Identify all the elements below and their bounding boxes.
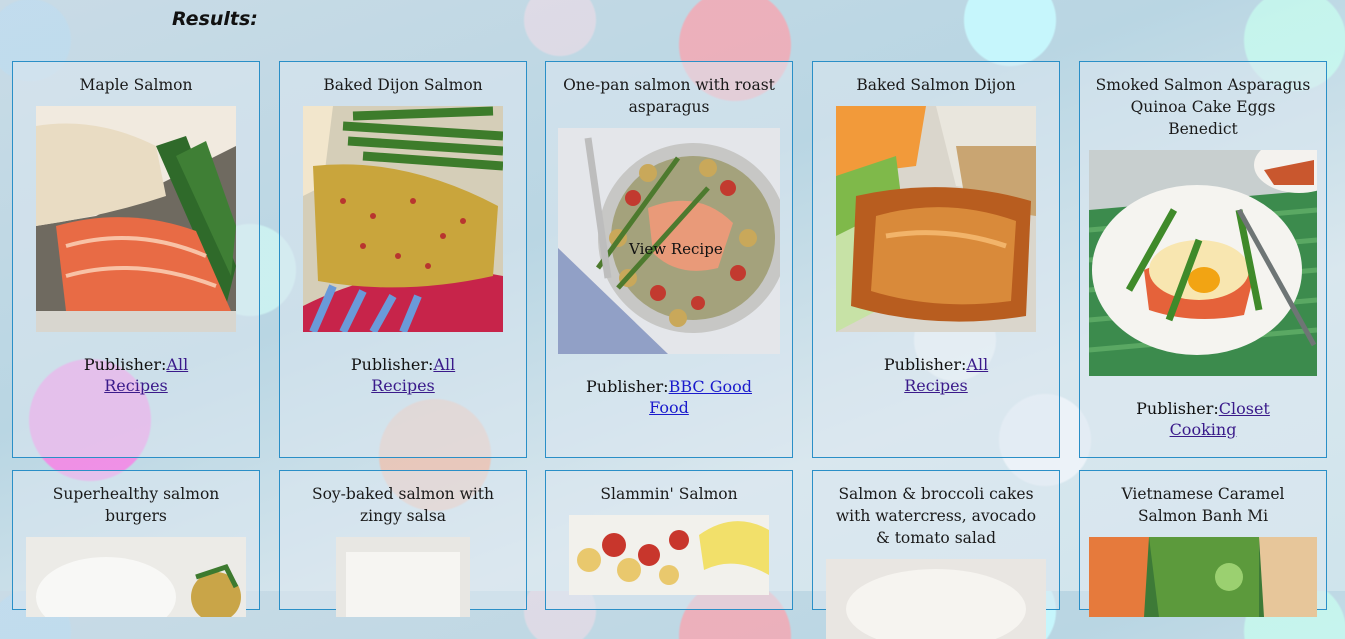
recipe-image[interactable] (569, 515, 769, 595)
recipe-title: Superhealthy salmon burgers (52, 485, 220, 525)
publisher-line: Publisher:All Recipes (320, 354, 486, 396)
recipe-card-smoked-salmon-benedict[interactable]: Smoked Salmon Asparagus Quinoa Cake Eggs… (1079, 61, 1327, 458)
recipe-card-soy-baked-salmon[interactable]: Soy-baked salmon with zingy salsa (279, 470, 527, 617)
publisher-line: Publisher:Closet Cooking (1120, 398, 1286, 440)
recipe-card-maple-salmon[interactable]: Maple Salmon Publisher:All Recipes (12, 61, 260, 458)
recipe-title: Baked Dijon Salmon (323, 76, 483, 94)
recipe-title: Salmon & broccoli cakes with watercress,… (835, 485, 1037, 547)
recipe-title: Baked Salmon Dijon (856, 76, 1016, 94)
recipe-card-salmon-broccoli-cakes[interactable]: Salmon & broccoli cakes with watercress,… (812, 470, 1060, 639)
recipe-image[interactable] (336, 537, 470, 617)
recipe-image[interactable] (303, 106, 503, 332)
recipe-image[interactable] (26, 537, 246, 617)
recipe-card-superhealthy-burgers[interactable]: Superhealthy salmon burgers (12, 470, 260, 617)
recipe-title: Soy-baked salmon with zingy salsa (311, 485, 495, 525)
publisher-line: Publisher:All Recipes (853, 354, 1019, 396)
recipe-image[interactable] (826, 559, 1046, 639)
publisher-label: Publisher: (883, 355, 967, 374)
recipe-card-vietnamese-banh-mi[interactable]: Vietnamese Caramel Salmon Banh Mi (1079, 470, 1327, 617)
recipe-card-baked-salmon-dijon[interactable]: Baked Salmon Dijon Publisher:All Recipes (812, 61, 1060, 458)
recipe-image[interactable] (1089, 150, 1317, 376)
recipe-title: Maple Salmon (79, 76, 193, 94)
recipe-card-slammin-salmon[interactable]: Slammin' Salmon (545, 470, 793, 610)
publisher-label: Publisher: (83, 355, 167, 374)
recipe-card-baked-dijon-salmon[interactable]: Baked Dijon Salmon Publisher:All Recipes (279, 61, 527, 458)
publisher-line: Publisher:BBC Good Food (586, 376, 752, 418)
recipe-image[interactable] (36, 106, 236, 332)
view-recipe-overlay[interactable]: View Recipe (629, 240, 723, 258)
publisher-line: Publisher:All Recipes (53, 354, 219, 396)
recipe-title: Vietnamese Caramel Salmon Banh Mi (1121, 485, 1285, 525)
recipe-title: Smoked Salmon Asparagus Quinoa Cake Eggs… (1095, 76, 1311, 138)
recipe-card-one-pan-salmon[interactable]: One-pan salmon with roast asparagus View… (545, 61, 793, 458)
recipe-image[interactable] (1089, 537, 1317, 617)
publisher-label: Publisher: (350, 355, 434, 374)
results-heading: Results: (172, 8, 258, 30)
recipe-image[interactable] (836, 106, 1036, 332)
publisher-label: Publisher: (1136, 399, 1219, 418)
recipe-title: Slammin' Salmon (600, 485, 738, 503)
publisher-label: Publisher: (586, 377, 669, 396)
recipe-title: One-pan salmon with roast asparagus (563, 76, 775, 116)
